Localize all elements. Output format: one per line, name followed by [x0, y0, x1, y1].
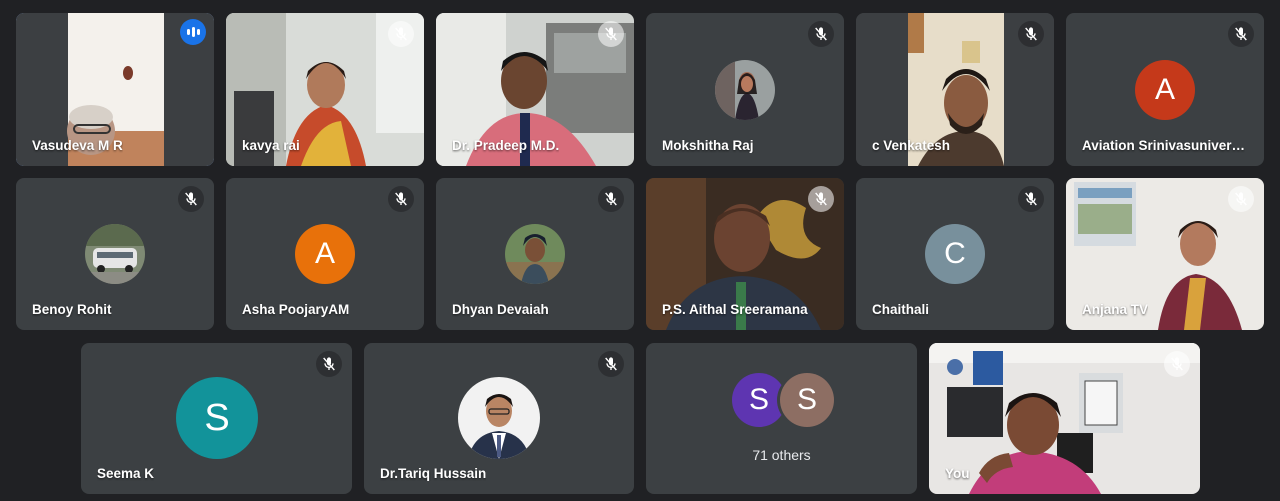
mic-off-icon	[1228, 186, 1254, 212]
participant-name: Chaithali	[872, 302, 930, 317]
participant-name: kavya rai	[242, 138, 300, 153]
participant-name: Benoy Rohit	[32, 302, 112, 317]
participant-tile-vasudeva[interactable]: Vasudeva M R	[16, 13, 214, 166]
others-count: 71 others	[752, 447, 811, 463]
mic-off-icon	[1018, 186, 1044, 212]
mic-off-icon	[1228, 21, 1254, 47]
participant-name: Aviation Srinivasuniver…	[1082, 138, 1246, 153]
mic-off-icon	[598, 351, 624, 377]
participant-name: Mokshitha Raj	[662, 138, 754, 153]
participant-name: Dhyan Devaiah	[452, 302, 549, 317]
mic-off-icon	[316, 351, 342, 377]
participant-tile-tariq[interactable]: Dr.Tariq Hussain	[364, 343, 634, 494]
avatar: A	[1135, 60, 1195, 120]
participant-tile-self[interactable]: You	[929, 343, 1200, 494]
mic-off-icon	[808, 186, 834, 212]
avatar: A	[295, 224, 355, 284]
participant-name: Vasudeva M R	[32, 138, 123, 153]
participant-name: Dr. Pradeep M.D.	[452, 138, 560, 153]
mic-off-icon	[808, 21, 834, 47]
participant-tile-aviation[interactable]: A Aviation Srinivasuniver…	[1066, 13, 1264, 166]
participant-tile-mokshitha[interactable]: Mokshitha Raj	[646, 13, 844, 166]
participant-name: c Venkatesh	[872, 138, 951, 153]
participant-tile-venkatesh[interactable]: c Venkatesh	[856, 13, 1054, 166]
avatar	[458, 377, 540, 459]
participant-tile-chaithali[interactable]: C Chaithali	[856, 178, 1054, 330]
participant-name: Seema K	[97, 466, 155, 481]
mic-off-icon	[388, 186, 414, 212]
others-tile[interactable]: S S 71 others	[646, 343, 917, 494]
avatar	[505, 224, 565, 284]
mic-off-icon	[1164, 351, 1190, 377]
participant-tile-benoy[interactable]: Benoy Rohit	[16, 178, 214, 330]
mic-off-icon	[598, 21, 624, 47]
participant-tile-kavya[interactable]: kavya rai	[226, 13, 424, 166]
participant-name: Dr.Tariq Hussain	[380, 466, 487, 481]
participant-tile-pradeep[interactable]: Dr. Pradeep M.D.	[436, 13, 634, 166]
avatar	[85, 224, 145, 284]
mic-off-icon	[388, 21, 414, 47]
participant-tile-dhyan[interactable]: Dhyan Devaiah	[436, 178, 634, 330]
mic-off-icon	[1018, 21, 1044, 47]
avatar: S	[176, 377, 258, 459]
participant-name: Anjana TV	[1082, 302, 1149, 317]
participant-video	[929, 343, 1200, 494]
avatar: S	[732, 373, 786, 427]
participant-tile-aithal[interactable]: P.S. Aithal Sreeramana	[646, 178, 844, 330]
mic-off-icon	[598, 186, 624, 212]
participant-tile-seema[interactable]: S Seema K	[81, 343, 352, 494]
meeting-grid: Vasudeva M R kavya rai Dr. Pradeep M.D. …	[0, 0, 1280, 501]
participant-tile-anjana[interactable]: Anjana TV	[1066, 178, 1264, 330]
audio-level-icon	[180, 19, 206, 45]
mic-off-icon	[178, 186, 204, 212]
avatar: C	[925, 224, 985, 284]
avatar	[715, 60, 775, 120]
participant-name: Asha PoojaryAM	[242, 302, 350, 317]
participant-name: P.S. Aithal Sreeramana	[662, 302, 808, 317]
participant-tile-asha[interactable]: A Asha PoojaryAM	[226, 178, 424, 330]
avatar: S	[780, 373, 834, 427]
participant-name: You	[945, 466, 970, 481]
